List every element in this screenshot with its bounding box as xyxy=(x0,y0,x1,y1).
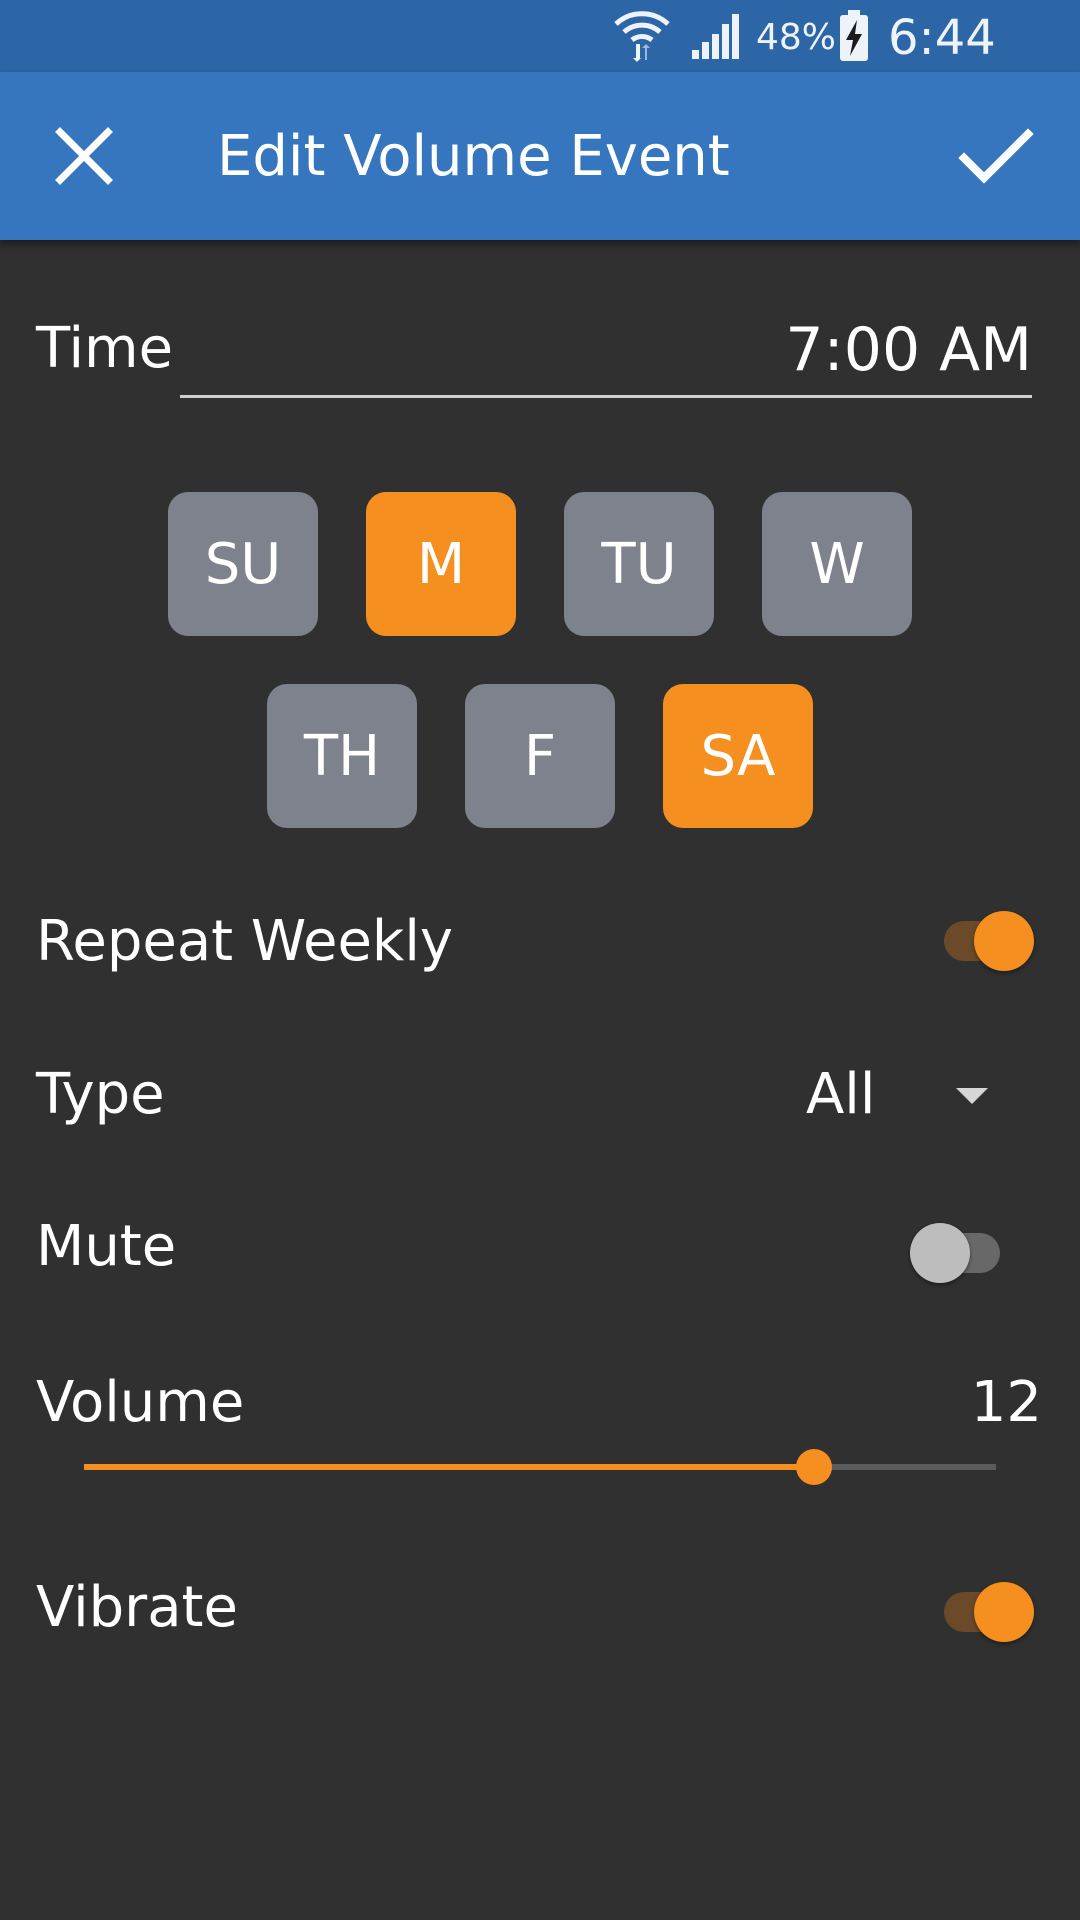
day-button-tu[interactable]: TU xyxy=(564,492,714,636)
status-bar: 48% 6:44 PM xyxy=(0,0,1080,122)
vibrate-label: Vibrate xyxy=(36,1575,238,1640)
day-button-f[interactable]: F xyxy=(465,684,615,828)
battery-percent: 48% xyxy=(756,17,837,58)
check-icon xyxy=(958,128,1034,184)
vibrate-toggle[interactable] xyxy=(934,1571,1034,1642)
wifi-icon xyxy=(614,11,670,62)
repeat-weekly-toggle[interactable] xyxy=(934,900,1034,971)
signal-icon xyxy=(692,14,739,59)
battery-charging-icon xyxy=(840,10,868,61)
page-title: Edit Volume Event xyxy=(217,124,730,189)
toggle-thumb xyxy=(974,1582,1034,1642)
day-label: SA xyxy=(700,723,776,789)
day-label: TH xyxy=(303,723,381,789)
type-label: Type xyxy=(36,1062,165,1127)
day-label: SU xyxy=(204,531,282,597)
volume-slider[interactable] xyxy=(84,1442,996,1492)
day-button-th[interactable]: TH xyxy=(267,684,417,828)
dropdown-arrow-icon xyxy=(956,1088,988,1104)
toggle-thumb xyxy=(910,1223,970,1283)
day-label: M xyxy=(416,531,466,597)
close-icon xyxy=(55,127,113,185)
slider-fill xyxy=(84,1464,814,1470)
toggle-thumb xyxy=(974,911,1034,971)
mute-toggle[interactable] xyxy=(910,1212,1010,1283)
app-bar: Edit Volume Event xyxy=(0,72,1080,240)
repeat-weekly-label: Repeat Weekly xyxy=(36,909,454,974)
day-label: F xyxy=(523,723,557,789)
save-button[interactable] xyxy=(946,106,1046,206)
mute-label: Mute xyxy=(36,1214,177,1279)
day-label: TU xyxy=(601,531,677,597)
slider-thumb[interactable] xyxy=(795,1449,832,1485)
day-label: W xyxy=(809,531,865,597)
volume-value: 12 xyxy=(970,1370,1042,1435)
close-button[interactable] xyxy=(34,106,134,206)
day-button-sa[interactable]: SA xyxy=(663,684,813,828)
time-field[interactable]: 7:00 AM xyxy=(180,305,1032,398)
volume-label: Volume xyxy=(36,1370,245,1435)
time-label: Time xyxy=(36,316,174,381)
type-dropdown[interactable]: All xyxy=(790,1060,1030,1130)
time-value: 7:00 AM xyxy=(785,315,1032,385)
day-button-w[interactable]: W xyxy=(762,492,912,636)
day-button-m[interactable]: M xyxy=(366,492,516,636)
type-value: All xyxy=(806,1062,876,1127)
day-button-su[interactable]: SU xyxy=(168,492,318,636)
